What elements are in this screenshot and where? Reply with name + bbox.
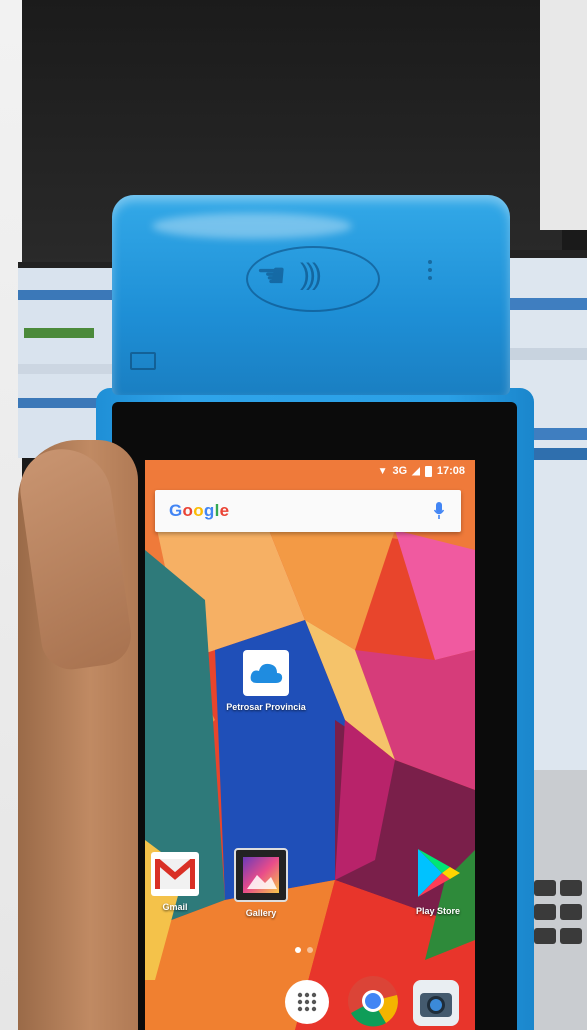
photo-scene: ☚ ))) ▼ 3G ◢ 17:08 Google Petrosar Provi…: [0, 0, 587, 1030]
app-gmail[interactable]: Gmail: [145, 852, 205, 912]
wallpaper: [145, 460, 475, 1030]
status-bar: ▼ 3G ◢ 17:08: [145, 460, 475, 482]
page-dot: [307, 947, 313, 953]
app-petrosar-provincia[interactable]: Petrosar Provincia: [221, 650, 311, 712]
app-label: Gallery: [245, 908, 277, 918]
card-slot-icon: [130, 352, 156, 370]
contactless-hand-icon: ☚: [256, 257, 287, 295]
page-indicator: [295, 947, 313, 953]
play-store-icon: [411, 846, 465, 900]
app-drawer-icon[interactable]: [285, 980, 329, 1024]
app-label: Petrosar Provincia: [226, 702, 306, 712]
chrome-icon[interactable]: [347, 975, 399, 1027]
page-dot-active: [295, 947, 301, 953]
app-label: Play Store: [415, 906, 461, 916]
gallery-icon: [234, 848, 288, 902]
gmail-icon: [151, 852, 199, 896]
battery-icon: [424, 465, 432, 477]
network-type: 3G: [392, 465, 408, 477]
google-logo: Google: [169, 501, 230, 520]
app-label: Gmail: [162, 902, 188, 912]
google-search-bar[interactable]: Google: [155, 490, 461, 532]
speaker-dots-icon: [428, 256, 438, 286]
wifi-icon: ▼: [377, 465, 388, 477]
camera-icon[interactable]: [413, 980, 459, 1026]
app-gallery[interactable]: Gallery: [231, 848, 291, 918]
cloud-icon: [243, 650, 289, 696]
contactless-waves-icon: ))): [300, 258, 322, 291]
mic-icon[interactable]: [431, 500, 447, 522]
app-play-store[interactable]: Play Store: [403, 846, 473, 916]
signal-icon: ◢: [412, 465, 420, 477]
clock: 17:08: [436, 465, 465, 477]
background-right: [540, 0, 587, 230]
device-screen[interactable]: ▼ 3G ◢ 17:08 Google Petrosar Provincia G…: [145, 460, 475, 1030]
